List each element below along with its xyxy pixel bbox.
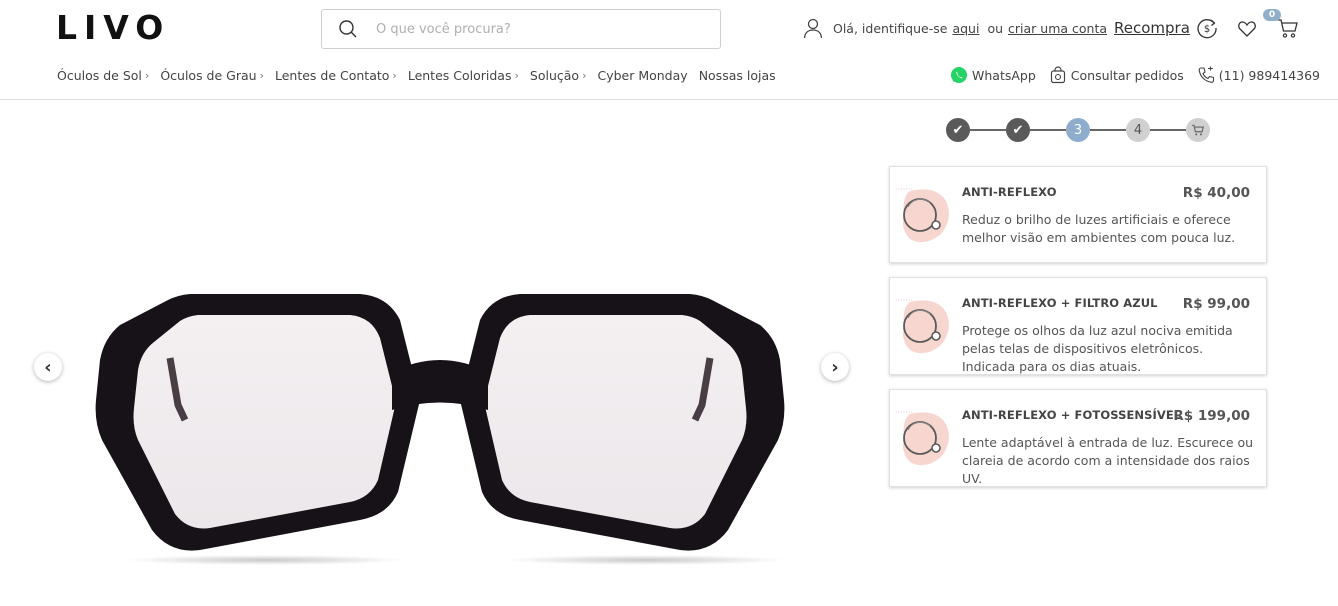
nav-item-lentes-coloridas[interactable]: Lentes Coloridas › <box>408 68 519 83</box>
step-2-check-icon[interactable]: ✔ <box>1006 118 1030 142</box>
lens-option-price: R$ 40,00 <box>1182 185 1250 201</box>
chevron-right-icon: › <box>831 356 839 378</box>
step-connector <box>1090 129 1126 131</box>
lens-option-title: ANTI-REFLEXO <box>962 185 1057 199</box>
step-1-check-icon[interactable]: ✔ <box>946 118 970 142</box>
nav-item-lentes-de-contato[interactable]: Lentes de Contato › <box>275 68 397 83</box>
product-gallery: ‹ › <box>20 110 860 600</box>
chevron-left-icon: ‹ <box>44 356 52 378</box>
chevron-right-icon: › <box>582 69 587 82</box>
prev-image-button[interactable]: ‹ <box>34 353 62 381</box>
next-image-button[interactable]: › <box>821 353 849 381</box>
lens-option-price: R$ 99,00 <box>1182 296 1250 312</box>
lens-option-description: Reduz o brilho de luzes artificiais e of… <box>962 212 1236 245</box>
header-divider <box>0 99 1338 100</box>
nav-item-solucao[interactable]: Solução › <box>530 68 587 83</box>
orders-label: Consultar pedidos <box>1070 67 1184 83</box>
main-nav: Óculos de Sol › Óculos de Grau › Lentes de… <box>57 68 787 83</box>
chevron-right-icon: › <box>259 69 264 82</box>
nav-item-label: Nossas lojas <box>698 68 776 83</box>
lens-option-thumb-icon <box>896 299 949 354</box>
step-connector <box>1030 129 1066 131</box>
lens-option-card[interactable]: ANTI-REFLEXO + FILTRO AZUL R$ 99,00 Prot… <box>889 277 1267 375</box>
chevron-right-icon: › <box>392 69 397 82</box>
chevron-right-icon: › <box>144 69 150 82</box>
phone-label: (11) 989414369 <box>1218 67 1321 83</box>
whatsapp-link[interactable]: WhatsApp <box>950 66 1036 84</box>
favorites-heart-icon[interactable] <box>1237 19 1257 39</box>
whatsapp-label: WhatsApp <box>972 67 1036 83</box>
nav-item-label: Óculos de Grau <box>160 68 257 83</box>
nav-item-nossas-lojas[interactable]: Nossas lojas <box>699 68 776 83</box>
lens-option-description: Lente adaptável à entrada de luz. Escure… <box>962 435 1254 486</box>
nav-item-label: Lentes de Contato <box>274 68 390 83</box>
product-glasses-image <box>95 294 785 565</box>
utility-links: WhatsApp Consultar pedidos (11) 98941436… <box>950 66 1320 84</box>
lens-option-title: ANTI-REFLEXO + FOTOSSENSÍVEL <box>962 408 1182 422</box>
nav-item-label: Cyber Monday <box>597 68 688 83</box>
search-input[interactable] <box>376 21 696 37</box>
rebuy-label: Recompra <box>1114 19 1190 37</box>
lens-option-thumb-icon <box>896 188 949 243</box>
cart-icon[interactable] <box>1276 16 1300 40</box>
lens-option-description: Protege os olhos da luz azul nociva emit… <box>962 323 1233 374</box>
checkout-steps: ✔ ✔ 3 4 <box>946 118 1210 142</box>
nav-item-label: Solução <box>529 68 580 83</box>
phone-icon <box>1197 66 1215 84</box>
lens-option-price: R$ 199,00 <box>1173 408 1250 424</box>
search-icon[interactable] <box>338 19 358 39</box>
whatsapp-icon <box>950 66 968 84</box>
nav-item-oculos-de-grau[interactable]: Óculos de Grau › <box>160 68 264 83</box>
signup-link[interactable]: criar uma conta <box>1008 21 1107 36</box>
shopping-bag-icon <box>1049 66 1067 84</box>
or-text: ou <box>987 20 1004 36</box>
search-bar[interactable] <box>321 9 721 49</box>
step-connector <box>970 129 1006 131</box>
nav-item-label: Lentes Coloridas <box>407 68 512 83</box>
step-3[interactable]: 3 <box>1066 118 1090 142</box>
phone-link[interactable]: (11) 989414369 <box>1197 66 1320 84</box>
rebuy-link[interactable]: Recompra $ <box>1114 17 1218 39</box>
user-icon[interactable] <box>802 17 824 39</box>
step-cart-icon <box>1186 118 1210 142</box>
lens-option-thumb-icon <box>896 411 949 466</box>
login-link[interactable]: aqui <box>952 21 979 36</box>
livo-logo[interactable]: LIVO <box>56 8 170 47</box>
orders-link[interactable]: Consultar pedidos <box>1049 66 1184 84</box>
lens-option-card[interactable]: ANTI-REFLEXO + FOTOSSENSÍVEL R$ 199,00 L… <box>889 389 1267 487</box>
lens-option-card[interactable]: ANTI-REFLEXO R$ 40,00 Reduz o brilho de … <box>889 166 1267 263</box>
nav-item-label: Óculos de Sol <box>57 68 142 83</box>
step-2-label: ✔ <box>1012 122 1024 138</box>
rebuy-coin-icon: $ <box>1196 17 1218 39</box>
step-1-label: ✔ <box>952 122 964 138</box>
chevron-right-icon: › <box>514 69 519 82</box>
svg-text:$: $ <box>1204 24 1210 35</box>
cart-count-badge: 0 <box>1263 9 1281 21</box>
nav-item-cyber-monday[interactable]: Cyber Monday <box>597 68 687 83</box>
step-3-label: 3 <box>1073 122 1083 138</box>
account-area: Olá, identifique-se aqui ou criar uma co… <box>802 17 1107 39</box>
step-4: 4 <box>1126 118 1150 142</box>
greeting-text: Olá, identifique-se <box>833 20 948 36</box>
nav-item-oculos-de-sol[interactable]: Óculos de Sol › <box>57 68 149 83</box>
step-connector <box>1150 129 1186 131</box>
step-4-label: 4 <box>1133 122 1143 138</box>
lens-option-title: ANTI-REFLEXO + FILTRO AZUL <box>962 296 1158 310</box>
